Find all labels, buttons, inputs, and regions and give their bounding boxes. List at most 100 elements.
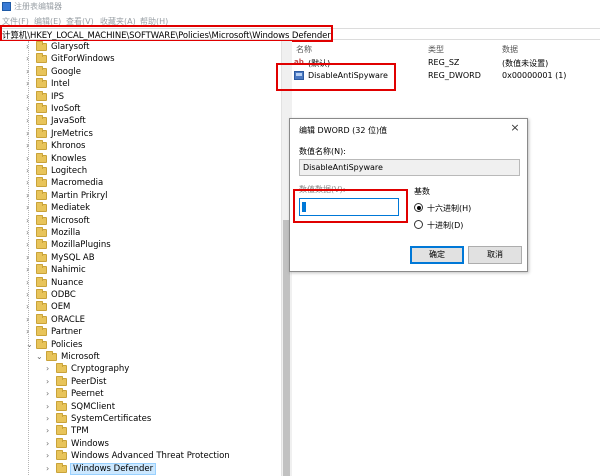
tree-item[interactable]: ⌄ Policies: [0, 338, 280, 351]
tree-item[interactable]: › Partner: [0, 326, 280, 338]
tree-item[interactable]: › PeerDist: [0, 375, 280, 388]
tree-item[interactable]: ⌄ Microsoft: [0, 351, 280, 363]
tree-item-label: Peernet: [71, 389, 104, 400]
folder-icon: [36, 78, 47, 89]
tree-item[interactable]: › Nahimic: [0, 264, 280, 276]
value-annotation-box: [276, 63, 396, 91]
tree-item[interactable]: › IvoSoft: [0, 103, 280, 115]
tree-guide-line: [28, 41, 29, 476]
tree-item[interactable]: › Khronos: [0, 140, 280, 152]
tree-item[interactable]: › MySQL AB: [0, 251, 280, 264]
chevron-right-icon[interactable]: ›: [46, 402, 54, 412]
folder-icon: [56, 375, 67, 386]
folder-icon: [36, 276, 47, 287]
folder-icon: [36, 103, 47, 113]
chevron-right-icon[interactable]: ›: [46, 439, 54, 449]
chevron-right-icon[interactable]: ›: [46, 389, 54, 399]
tree-item-label: SQMClient: [71, 401, 116, 412]
tree-item[interactable]: › Logitech: [0, 165, 280, 177]
chevron-right-icon[interactable]: ›: [46, 451, 54, 461]
tree-item[interactable]: › Windows Advanced Threat Protection: [0, 450, 280, 462]
folder-icon: [36, 338, 47, 349]
tree-item[interactable]: › Google: [0, 65, 280, 78]
tree-item[interactable]: › Windows Defender: [0, 462, 280, 475]
tree-item-label: Mozilla: [51, 228, 81, 238]
tree-item[interactable]: › Glarysoft: [0, 41, 280, 53]
column-header-type[interactable]: 类型: [428, 44, 444, 55]
tree-item-label: Knowles: [51, 153, 87, 164]
folder-icon: [36, 313, 47, 324]
base-group-label: 基数: [414, 187, 430, 196]
tree-item-label: MySQL AB: [51, 252, 95, 263]
tree-item[interactable]: › GitForWindows: [0, 53, 280, 65]
radio-unselected-icon[interactable]: [414, 220, 423, 229]
tree-item-label: JavaSoft: [51, 116, 86, 127]
tree-item[interactable]: › JavaSoft: [0, 115, 280, 127]
tree-item[interactable]: › Knowles: [0, 152, 280, 165]
column-header-name[interactable]: 名称: [296, 44, 312, 55]
tree-item[interactable]: › Microsoft: [0, 214, 280, 227]
tree-item[interactable]: › SQMClient: [0, 400, 280, 413]
tree-item-label: ORACLE: [51, 314, 85, 325]
registry-tree-pane[interactable]: › Glarysoft › GitForWindows › Google › Intel › IP…: [0, 41, 281, 476]
close-icon[interactable]: ×: [509, 122, 521, 134]
radio-decimal-label: 十进制(D): [427, 221, 464, 230]
tree-item-label: SystemCertificates: [71, 414, 152, 424]
folder-icon: [36, 177, 47, 188]
tree-item[interactable]: › IPS: [0, 90, 280, 103]
folder-icon: [36, 65, 47, 76]
tree-item[interactable]: › Macromedia: [0, 177, 280, 189]
tree-item[interactable]: › Mozilla: [0, 227, 280, 239]
tree-item[interactable]: › Martin Prikryl: [0, 189, 280, 202]
chevron-right-icon[interactable]: ›: [46, 426, 54, 436]
values-list-header: 名称 类型 数据: [292, 42, 600, 56]
tree-item[interactable]: › Windows: [0, 437, 280, 450]
tree-item-label: Google: [51, 66, 81, 77]
tree-item-label: Khronos: [51, 141, 86, 152]
folder-icon: [56, 363, 67, 374]
title-bar: 注册表编辑器: [0, 0, 600, 14]
window-title: 注册表编辑器: [14, 2, 62, 11]
chevron-right-icon[interactable]: ›: [46, 464, 54, 474]
folder-icon: [36, 115, 47, 126]
folder-icon: [36, 227, 47, 237]
tree-item[interactable]: › Peernet: [0, 388, 280, 400]
folder-icon: [36, 264, 47, 275]
tree-item[interactable]: › ODBC: [0, 289, 280, 301]
tree-item[interactable]: › Intel: [0, 78, 280, 90]
tree-item[interactable]: › OEM: [0, 301, 280, 313]
tree-item[interactable]: › Cryptography: [0, 363, 280, 375]
tree-item-label: Windows Advanced Threat Protection: [71, 451, 230, 462]
tree-item-label: TPM: [71, 426, 89, 437]
tree-item[interactable]: › SystemCertificates: [0, 413, 280, 425]
tree-item-label: Policies: [51, 339, 83, 350]
chevron-right-icon[interactable]: ›: [46, 364, 54, 374]
data-annotation-box: [293, 189, 408, 223]
radio-selected-icon[interactable]: [414, 203, 423, 212]
value-type: REG_SZ: [428, 58, 460, 67]
folder-icon: [36, 140, 47, 151]
folder-icon: [36, 202, 47, 213]
folder-icon: [36, 214, 47, 225]
chevron-down-icon[interactable]: ⌄: [36, 352, 44, 362]
tree-item-label: JreMetrics: [51, 128, 93, 139]
tree-item-label: Partner: [51, 327, 82, 338]
tree-item[interactable]: › Mediatek: [0, 202, 280, 214]
folder-icon: [36, 239, 47, 250]
tree-item-label: Microsoft: [51, 215, 90, 226]
value-data: 0x00000001 (1): [502, 71, 567, 80]
ok-button[interactable]: 确定: [410, 246, 464, 264]
radio-hex-label: 十六进制(H): [427, 204, 472, 213]
cancel-button[interactable]: 取消: [468, 246, 522, 264]
chevron-right-icon[interactable]: ›: [46, 377, 54, 387]
tree-item[interactable]: › MozillaPlugins: [0, 239, 280, 251]
tree-item[interactable]: › TPM: [0, 425, 280, 437]
tree-item[interactable]: › ORACLE: [0, 313, 280, 326]
tree-item-label: Mediatek: [51, 203, 91, 214]
tree-item[interactable]: › JreMetrics: [0, 127, 280, 140]
chevron-right-icon[interactable]: ›: [46, 414, 54, 424]
tree-item-label: Macromedia: [51, 178, 104, 189]
column-header-data[interactable]: 数据: [502, 44, 518, 55]
folder-icon: [56, 450, 67, 461]
tree-item[interactable]: › Nuance: [0, 276, 280, 289]
